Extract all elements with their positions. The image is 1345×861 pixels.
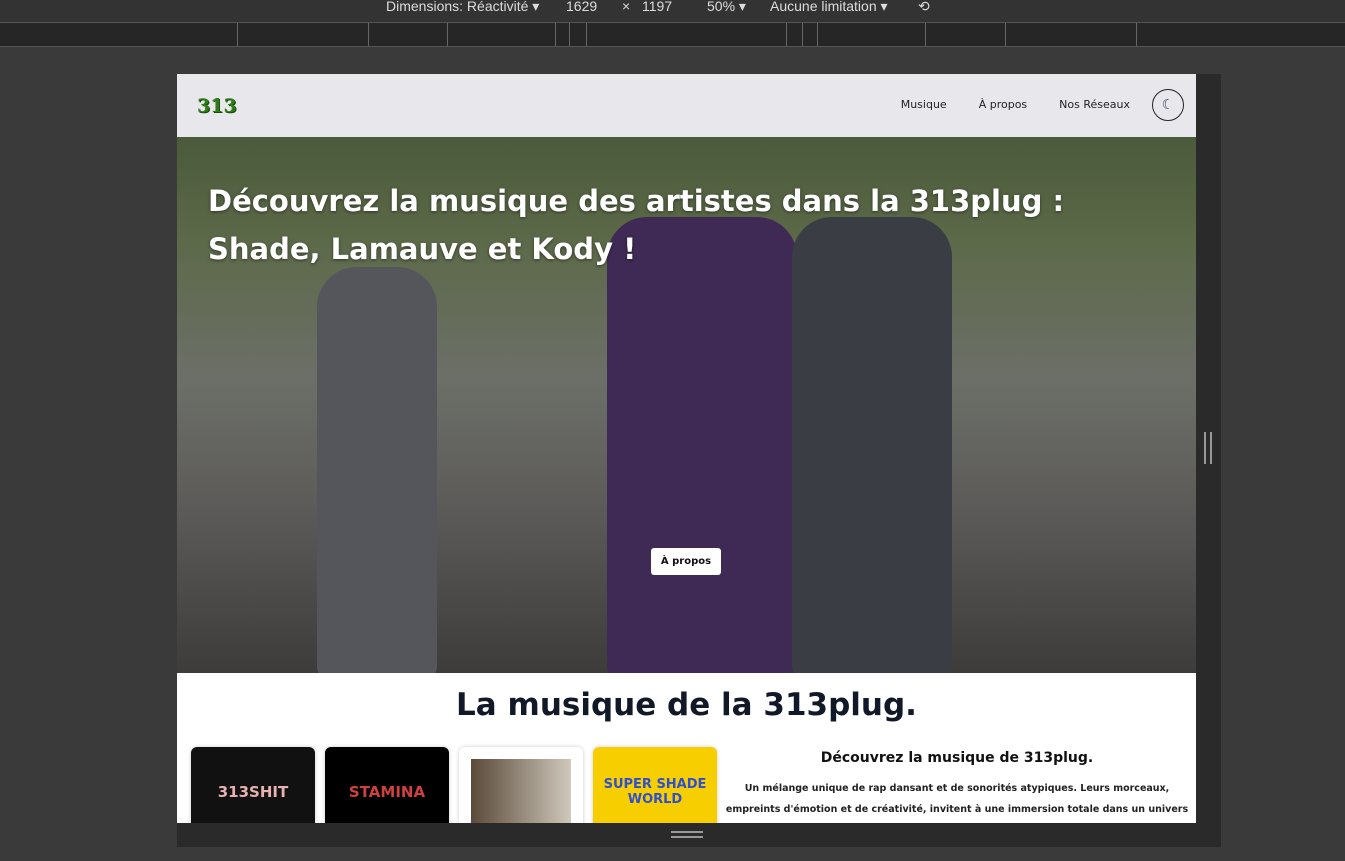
hero-image-person	[792, 217, 952, 673]
rotate-icon[interactable]: ⟲	[918, 0, 930, 15]
album-title: SUPER SHADE WORLD	[603, 777, 707, 807]
music-section-title: La musique de la 313plug.	[456, 687, 917, 723]
hero-image-person	[317, 267, 437, 673]
times-sign: ×	[622, 0, 631, 14]
nav-link-a-propos[interactable]: À propos	[979, 98, 1027, 111]
resize-handle-bottom[interactable]	[177, 823, 1221, 847]
height-input[interactable]: 1197	[642, 0, 672, 14]
zoom-select[interactable]: 50% ▾	[707, 0, 746, 15]
nav-link-reseaux[interactable]: Nos Réseaux	[1059, 98, 1130, 111]
theme-toggle-button[interactable]: ☾	[1152, 89, 1184, 121]
album-card[interactable]: SUPER SHADE WORLD	[593, 747, 717, 823]
logo[interactable]: 313	[197, 95, 237, 117]
album-card[interactable]	[459, 747, 583, 823]
media-query-ruler	[0, 22, 1345, 47]
album-card[interactable]: STAMINA	[325, 747, 449, 823]
hero-section: Découvrez la musique des artistes dans l…	[177, 137, 1196, 673]
hero-image-person	[607, 217, 797, 673]
description-text: Un mélange unique de rap dansant et de s…	[725, 783, 1189, 815]
moon-icon: ☾	[1161, 97, 1175, 113]
viewport-frame: 313 Musique À propos Nos Réseaux ☾ Décou…	[177, 74, 1196, 823]
dimensions-select[interactable]: Dimensions: Réactivité ▾	[386, 0, 539, 15]
album-card[interactable]: 313SHIT	[191, 747, 315, 823]
music-description: Découvrez la musique de 313plug. Un méla…	[725, 750, 1189, 823]
navbar: 313 Musique À propos Nos Réseaux ☾	[177, 74, 1196, 137]
nav-link-musique[interactable]: Musique	[901, 98, 947, 111]
width-input[interactable]: 1629	[566, 0, 597, 14]
description-title: Découvrez la musique de 313plug.	[820, 750, 1094, 766]
about-button[interactable]: À propos	[651, 548, 721, 575]
resize-handle-right[interactable]	[1196, 74, 1221, 823]
album-title: STAMINA	[348, 783, 426, 801]
album-cover	[471, 759, 571, 823]
album-title: 313SHIT	[217, 783, 289, 801]
devtools-toolbar: Dimensions: Réactivité ▾ 1629 × 1197 50%…	[0, 0, 1345, 22]
hero-title: Découvrez la musique des artistes dans l…	[208, 184, 1065, 266]
album-cards: 313SHIT STAMINA SUPER SHADE WORLD	[191, 747, 717, 823]
throttle-select[interactable]: Aucune limitation ▾	[770, 0, 888, 15]
